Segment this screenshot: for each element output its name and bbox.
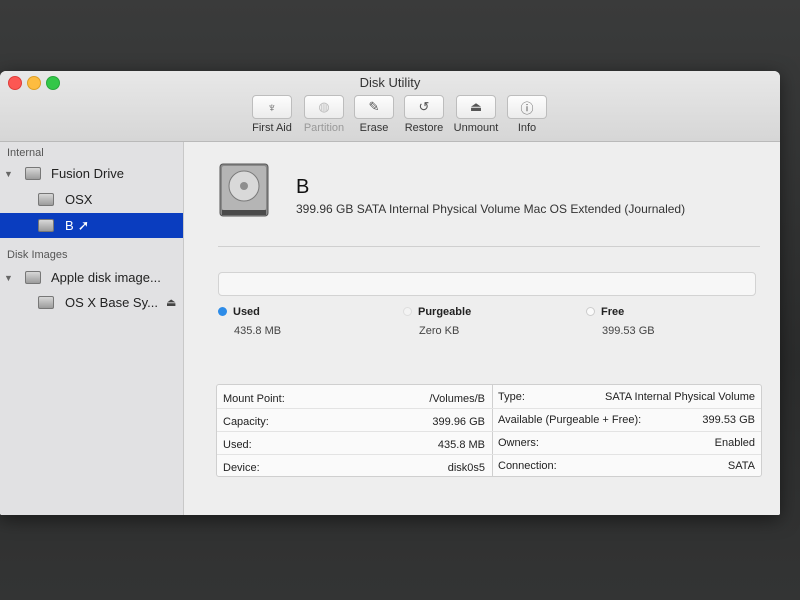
- stethoscope-icon: ♆: [267, 99, 277, 115]
- disclosure-triangle-icon[interactable]: ▼: [4, 273, 13, 283]
- legend-used: Used 435.8 MB: [218, 306, 281, 337]
- sidebar-item-label: Fusion Drive: [51, 166, 124, 181]
- volume-icon: [38, 296, 54, 309]
- info-value: Enabled: [714, 437, 755, 449]
- row-divider: [217, 408, 761, 409]
- info-label: Mount Point:: [223, 393, 285, 405]
- sidebar-item-label: OS X Base Sy...: [65, 295, 158, 310]
- erase-icon: ✎: [368, 99, 380, 114]
- restore-label: Restore: [404, 122, 444, 134]
- purgeable-value: Zero KB: [419, 325, 460, 337]
- purgeable-dot-icon: [403, 307, 412, 316]
- info-label: Type:: [498, 391, 525, 403]
- sidebar-section-disk-images: Disk Images: [7, 249, 68, 261]
- free-label: Free: [601, 306, 625, 318]
- volume-info-table: Mount Point: /Volumes/B Capacity: 399.96…: [216, 384, 762, 477]
- used-dot-icon: [218, 307, 227, 316]
- info-label: Capacity:: [223, 416, 269, 428]
- info-label: Owners:: [498, 437, 539, 449]
- row-divider: [217, 454, 761, 455]
- info-value: SATA Internal Physical Volume: [605, 391, 755, 403]
- sidebar-item-apple-disk-image[interactable]: ▼ Apple disk image...: [0, 265, 183, 290]
- used-label: Used: [233, 306, 260, 318]
- partition-icon: ◍: [318, 99, 330, 114]
- restore-icon: ↺: [418, 99, 430, 114]
- hard-drive-icon: [219, 163, 269, 217]
- sidebar-section-internal-header: Internal: [7, 147, 44, 159]
- sidebar-item-osx-base[interactable]: OS X Base Sy... ⏏: [0, 290, 183, 315]
- sidebar-item-fusion-drive[interactable]: ▼ Fusion Drive: [0, 161, 183, 186]
- disk-image-icon: [25, 271, 41, 284]
- info-label: Available (Purgeable + Free):: [498, 414, 642, 426]
- sidebar-item-label: B: [65, 218, 74, 233]
- volume-description: 399.96 GB SATA Internal Physical Volume …: [296, 202, 686, 216]
- volume-name: B: [296, 176, 310, 198]
- info-value: 399.96 GB: [432, 416, 485, 428]
- eject-icon[interactable]: ⏏: [166, 296, 176, 309]
- sidebar-item-label: Apple disk image...: [51, 270, 161, 285]
- info-value: disk0s5: [447, 462, 485, 474]
- mouse-cursor-icon: ➚: [77, 217, 90, 233]
- sidebar-item-label: OSX: [65, 192, 93, 207]
- legend-purgeable: Purgeable Zero KB: [403, 306, 472, 337]
- info-label: Device:: [223, 462, 260, 474]
- info-button[interactable]: ⓘ Info: [497, 95, 557, 134]
- info-value: 399.53 GB: [702, 414, 755, 426]
- usage-bar: [218, 272, 756, 296]
- info-value: 435.8 MB: [437, 439, 485, 451]
- divider: [218, 246, 760, 247]
- sidebar-item-osx[interactable]: OSX: [0, 187, 183, 212]
- title-bar: Disk Utility ♆ First Aid ◍ Partition ✎ E…: [0, 71, 780, 142]
- info-value: /Volumes/B: [429, 393, 485, 405]
- sidebar-item-b[interactable]: B ➚: [0, 213, 183, 238]
- volume-icon: [38, 219, 54, 232]
- window-title: Disk Utility: [359, 75, 421, 90]
- info-icon: ⓘ: [520, 100, 534, 116]
- info-value: SATA: [727, 460, 755, 472]
- free-value: 399.53 GB: [602, 325, 655, 337]
- unmount-icon: ⏏: [469, 99, 483, 114]
- purgeable-label: Purgeable: [418, 306, 472, 318]
- first-aid-button[interactable]: ♆ First Aid: [242, 95, 302, 134]
- info-label: Info: [517, 122, 537, 134]
- restore-button[interactable]: ↺ Restore: [394, 95, 454, 134]
- info-label: Used:: [223, 439, 252, 451]
- disk-utility-window: Disk Utility ♆ First Aid ◍ Partition ✎ E…: [0, 71, 780, 515]
- row-divider: [217, 431, 761, 432]
- info-label: Connection:: [498, 460, 557, 472]
- disclosure-triangle-icon[interactable]: ▼: [4, 169, 13, 179]
- legend-free: Free 399.53 GB: [586, 306, 655, 337]
- free-dot-icon: [586, 307, 595, 316]
- used-value: 435.8 MB: [234, 325, 282, 337]
- drive-icon: [25, 167, 41, 180]
- volume-icon: [38, 193, 54, 206]
- first-aid-label: First Aid: [252, 122, 292, 134]
